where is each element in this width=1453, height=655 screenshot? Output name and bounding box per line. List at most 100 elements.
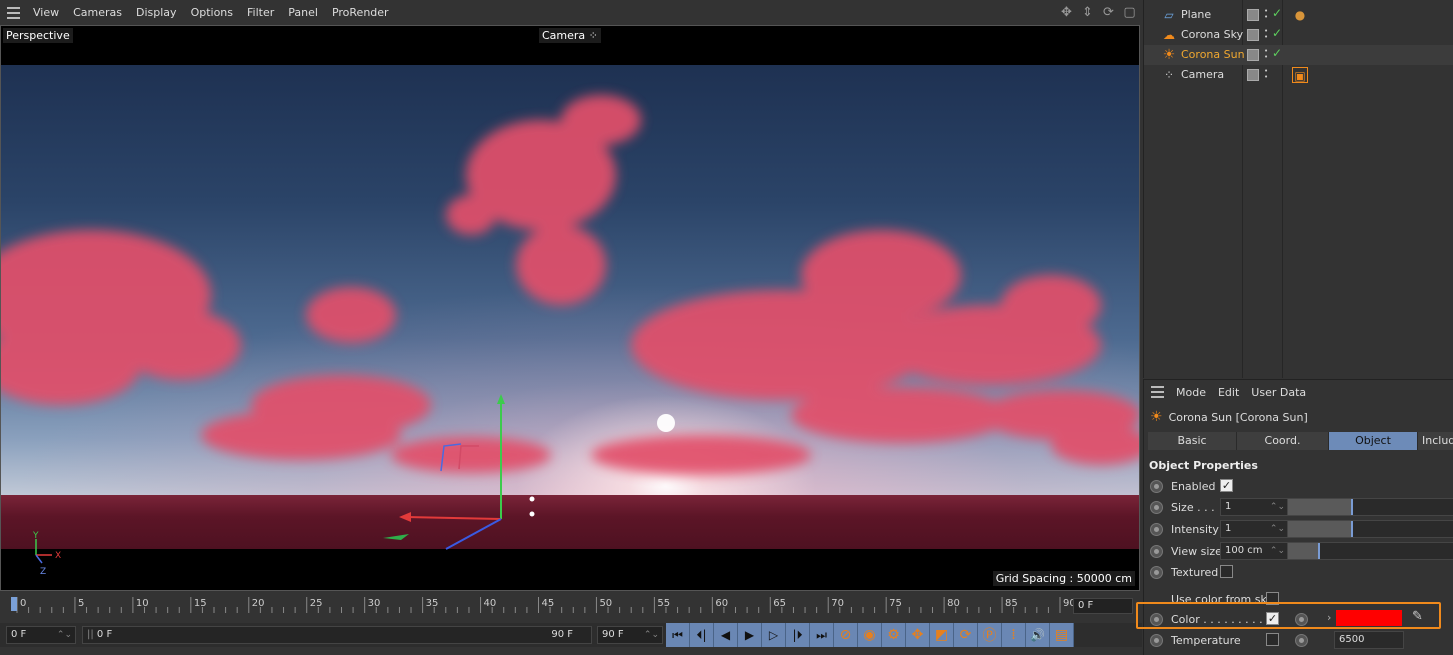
preview-range-slider[interactable]: || 0 F 90 F bbox=[82, 626, 592, 644]
point-level-icon[interactable]: ⁞ bbox=[1002, 623, 1026, 647]
menu-mode[interactable]: Mode bbox=[1170, 380, 1212, 405]
object-row-plane[interactable]: ▱ Plane • • ✓ ● bbox=[1144, 5, 1453, 25]
animate-radio[interactable] bbox=[1150, 480, 1163, 493]
maximize-view-icon[interactable]: ▢ bbox=[1121, 4, 1138, 21]
axis-x-label: X bbox=[55, 551, 61, 561]
camera-dots-icon: ⁘ bbox=[588, 29, 598, 42]
visibility-dots-icon[interactable]: • • bbox=[1264, 8, 1270, 21]
goto-start-button[interactable]: ⏮ bbox=[666, 623, 690, 647]
enabled-check-icon[interactable]: ✓ bbox=[1272, 46, 1282, 60]
object-row-corona-sun[interactable]: ☀ Corona Sun • • ✓ bbox=[1144, 45, 1453, 65]
timeline-tick-label: 85 bbox=[1005, 598, 1018, 609]
rotate-view-icon[interactable]: ⟳ bbox=[1100, 4, 1117, 21]
timeline-tick-label: 60 bbox=[715, 598, 728, 609]
enabled-check-icon[interactable]: ✓ bbox=[1272, 6, 1282, 20]
play-button[interactable]: ▶ bbox=[738, 623, 762, 647]
sun-icon: ☀ bbox=[1162, 47, 1176, 63]
animate-radio[interactable] bbox=[1150, 523, 1163, 536]
axis-y-label: Y bbox=[32, 531, 39, 541]
material-tag-icon[interactable]: ● bbox=[1292, 7, 1308, 23]
sun-icon: ☀ bbox=[1150, 409, 1163, 425]
menu-edit[interactable]: Edit bbox=[1212, 380, 1245, 405]
enabled-check-icon[interactable]: ✓ bbox=[1272, 26, 1282, 40]
parameter-key-icon[interactable]: Ⓟ bbox=[978, 623, 1002, 647]
temperature-input[interactable]: 6500 bbox=[1334, 631, 1404, 649]
visibility-dots-icon[interactable]: • • bbox=[1264, 68, 1270, 81]
light-gizmo[interactable] bbox=[1, 26, 1140, 591]
view-size-slider[interactable] bbox=[1287, 542, 1453, 560]
next-key-button[interactable]: |⏵ bbox=[786, 623, 810, 647]
temperature-animate-radio[interactable] bbox=[1295, 634, 1308, 647]
camera-icon: ⁘ bbox=[1163, 68, 1175, 82]
visibility-dots-icon[interactable]: • • bbox=[1264, 48, 1270, 61]
camera-label[interactable]: Camera ⁘ bbox=[539, 28, 601, 43]
view-size-input[interactable]: 100 cm ⌃⌄ bbox=[1220, 542, 1288, 560]
intensity-slider[interactable] bbox=[1287, 520, 1453, 538]
rotation-key-icon[interactable]: ⟳ bbox=[954, 623, 978, 647]
tab-basic[interactable]: Basic bbox=[1148, 432, 1237, 450]
timeline-tick-label: 30 bbox=[368, 598, 381, 609]
menu-prorender[interactable]: ProRender bbox=[325, 0, 396, 25]
color-highlight-box bbox=[1136, 602, 1441, 629]
current-frame-field[interactable]: 0 F bbox=[1073, 598, 1133, 614]
prop-intensity: Intensity 1 ⌃⌄ bbox=[1144, 519, 1453, 540]
animate-radio[interactable] bbox=[1150, 566, 1163, 579]
menu-panel[interactable]: Panel bbox=[281, 0, 325, 25]
textured-checkbox[interactable] bbox=[1220, 565, 1233, 578]
scale-key-icon[interactable]: ◩ bbox=[930, 623, 954, 647]
menu-filter[interactable]: Filter bbox=[240, 0, 281, 25]
animate-radio[interactable] bbox=[1150, 545, 1163, 558]
prop-size: Size . . . 1 ⌃⌄ bbox=[1144, 497, 1453, 518]
timeline-tick-label: 15 bbox=[194, 598, 207, 609]
keyframe-selection-icon[interactable]: ⚙ bbox=[882, 623, 906, 647]
menu-view[interactable]: View bbox=[26, 0, 66, 25]
animate-radio[interactable] bbox=[1150, 634, 1163, 647]
camera-tag-icon[interactable]: ▣ bbox=[1292, 67, 1308, 83]
next-frame-button[interactable]: ▷ bbox=[762, 623, 786, 647]
menu-options[interactable]: Options bbox=[184, 0, 240, 25]
temperature-checkbox[interactable] bbox=[1266, 633, 1279, 646]
viewport[interactable]: Y X Z Perspective Camera ⁘ Grid Spacing … bbox=[0, 25, 1140, 591]
intensity-input[interactable]: 1 ⌃⌄ bbox=[1220, 520, 1288, 538]
layer-icon[interactable] bbox=[1247, 49, 1259, 61]
animate-radio[interactable] bbox=[1150, 501, 1163, 514]
prev-frame-button[interactable]: ◀ bbox=[714, 623, 738, 647]
sky-icon: ☁ bbox=[1163, 28, 1175, 42]
menu-cameras[interactable]: Cameras bbox=[66, 0, 129, 25]
menu-display[interactable]: Display bbox=[129, 0, 184, 25]
size-slider[interactable] bbox=[1287, 498, 1453, 516]
visibility-dots-icon[interactable]: • • bbox=[1264, 28, 1270, 41]
attribute-tabs: Basic Coord. Object Includ bbox=[1148, 432, 1453, 450]
tab-object[interactable]: Object bbox=[1329, 432, 1418, 450]
timeline-tick-label: 75 bbox=[889, 598, 902, 609]
zoom-view-icon[interactable]: ⇕ bbox=[1079, 4, 1096, 21]
timebar: 0 F ⌃⌄ || 0 F 90 F 90 F ⌃⌄ ⏮ ⏴| ◀ ▶ ▷ |⏵ ⏭ … bbox=[0, 623, 1142, 647]
timeline-tick-label: 55 bbox=[657, 598, 670, 609]
move-view-icon[interactable]: ✥ bbox=[1058, 4, 1075, 21]
prev-key-button[interactable]: ⏴| bbox=[690, 623, 714, 647]
film-strip-icon[interactable]: ▤ bbox=[1050, 623, 1074, 647]
attribute-menu-icon[interactable] bbox=[1144, 380, 1170, 405]
timeline-cursor[interactable] bbox=[11, 597, 17, 611]
timeline-ruler[interactable]: 0 5 10 15 20 25 30 35 40 45 50 55 60 65 70 75 80 85 90 bbox=[0, 591, 1142, 623]
layer-icon[interactable] bbox=[1247, 9, 1259, 21]
layer-icon[interactable] bbox=[1247, 29, 1259, 41]
end-frame-field[interactable]: 90 F ⌃⌄ bbox=[597, 626, 663, 644]
enabled-checkbox[interactable]: ✓ bbox=[1220, 479, 1233, 492]
sound-icon[interactable]: 🔊 bbox=[1026, 623, 1050, 647]
viewport-menu-icon[interactable] bbox=[0, 0, 26, 25]
tab-coord[interactable]: Coord. bbox=[1237, 432, 1329, 450]
menu-user-data[interactable]: User Data bbox=[1245, 380, 1312, 405]
size-input[interactable]: 1 ⌃⌄ bbox=[1220, 498, 1288, 516]
goto-end-button[interactable]: ⏭ bbox=[810, 623, 834, 647]
attribute-title: ☀ Corona Sun [Corona Sun] bbox=[1150, 409, 1308, 425]
start-frame-field[interactable]: 0 F ⌃⌄ bbox=[6, 626, 76, 644]
autokey-icon[interactable]: ◉ bbox=[858, 623, 882, 647]
tab-include[interactable]: Includ bbox=[1418, 432, 1453, 450]
record-keys-icon[interactable]: ⊘ bbox=[834, 623, 858, 647]
position-key-icon[interactable]: ✥ bbox=[906, 623, 930, 647]
layer-icon[interactable] bbox=[1247, 69, 1259, 81]
object-row-camera[interactable]: ⁘ Camera • • ▣ bbox=[1144, 65, 1453, 85]
object-row-corona-sky[interactable]: ☁ Corona Sky • • ✓ bbox=[1144, 25, 1453, 45]
timeline-tick-label: 45 bbox=[542, 598, 555, 609]
